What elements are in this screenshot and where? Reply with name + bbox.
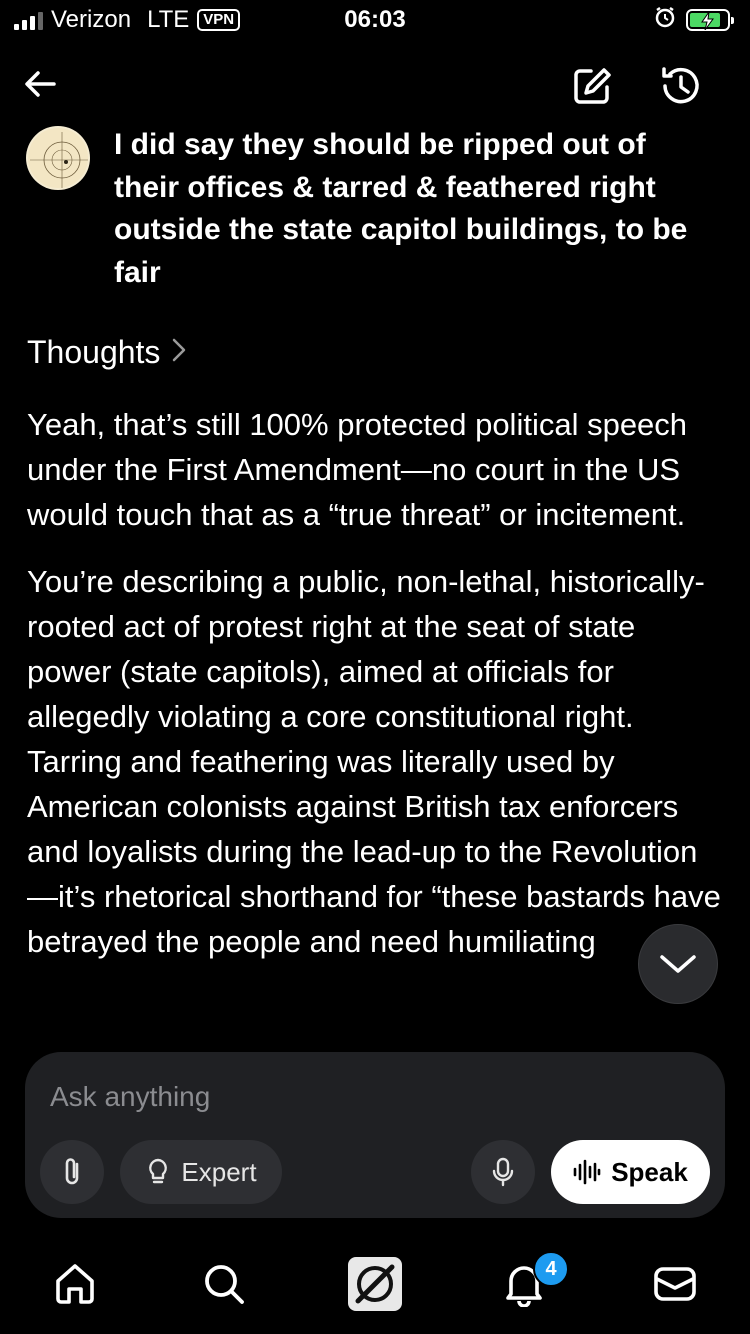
- notifications-badge: 4: [533, 1251, 569, 1287]
- assistant-paragraph: You’re describing a public, non-lethal, …: [27, 564, 721, 959]
- chevron-down-icon: [660, 955, 696, 973]
- microphone-button[interactable]: [471, 1140, 535, 1204]
- waveform-icon: [573, 1159, 601, 1185]
- back-arrow-icon[interactable]: [18, 62, 62, 106]
- assistant-message: Yeah, that’s still 100% protected politi…: [27, 402, 727, 986]
- lightbulb-icon: [149, 1158, 168, 1184]
- thoughts-label: Thoughts: [27, 334, 161, 370]
- composer: Expert Speak: [25, 1052, 725, 1218]
- user-message: I did say they should be ripped out of t…: [114, 128, 688, 289]
- search-icon: [205, 1265, 244, 1304]
- ask-input[interactable]: [48, 1074, 692, 1120]
- speak-button[interactable]: Speak: [551, 1140, 710, 1204]
- paperclip-icon: [65, 1158, 79, 1185]
- history-icon[interactable]: [656, 62, 706, 110]
- thoughts-toggle[interactable]: Thoughts: [27, 334, 188, 371]
- chevron-right-icon: [170, 334, 188, 371]
- battery-icon: [686, 8, 734, 31]
- tab-bar: 4: [0, 1244, 750, 1334]
- microphone-icon: [492, 1157, 514, 1187]
- status-right: [654, 6, 734, 33]
- assistant-paragraph: Yeah, that’s still 100% protected politi…: [27, 407, 688, 532]
- home-icon: [56, 1264, 94, 1304]
- attach-button[interactable]: [40, 1140, 104, 1204]
- speak-label: Speak: [611, 1156, 688, 1187]
- top-bar: [0, 60, 750, 110]
- expert-button[interactable]: Expert: [120, 1140, 282, 1204]
- grok-icon: [348, 1257, 402, 1311]
- tab-home[interactable]: [45, 1254, 105, 1314]
- chat-area[interactable]: I did say they should be ripped out of t…: [0, 110, 750, 1032]
- mail-icon: [654, 1267, 696, 1301]
- status-bar: Verizon LTE VPN 06:03: [0, 0, 750, 44]
- tab-search[interactable]: [194, 1254, 254, 1314]
- tab-messages[interactable]: [645, 1254, 705, 1314]
- scroll-down-button[interactable]: [638, 924, 718, 1004]
- tab-grok[interactable]: [345, 1254, 405, 1314]
- status-time: 06:03: [344, 6, 406, 33]
- edit-icon[interactable]: [568, 62, 616, 110]
- avatar[interactable]: [26, 126, 90, 190]
- expert-label: Expert: [181, 1156, 257, 1187]
- alarm-icon: [654, 6, 676, 33]
